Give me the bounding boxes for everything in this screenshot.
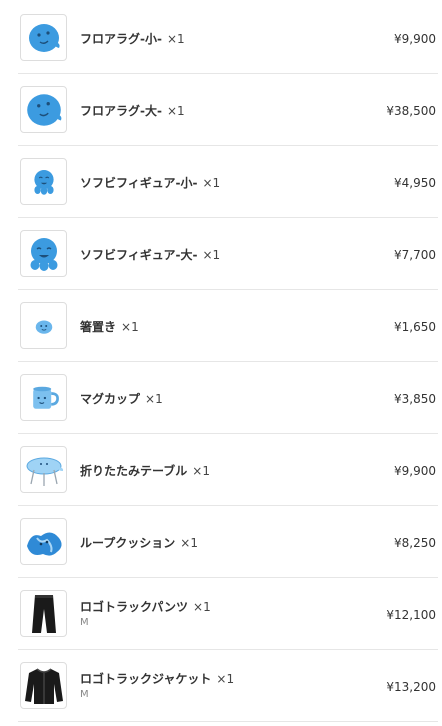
item-title: ソフビフィギュア-大- [80, 248, 198, 262]
item-title: 箸置き [80, 320, 117, 334]
item-price: ¥9,900 [394, 464, 436, 478]
item-quantity: ×1 [121, 320, 139, 334]
item-quantity: ×1 [192, 464, 210, 478]
order-item-row: ループクッション ×1 ¥8,250 [18, 506, 438, 578]
item-title: ロゴトラックジャケット [80, 672, 212, 686]
order-item-list: フロアラグ-小- ×1 ¥9,900 フロアラグ-大- ×1 ¥38,500 ソフビ… [18, 2, 438, 722]
item-price: ¥12,100 [386, 608, 436, 622]
item-price: ¥7,700 [394, 248, 436, 262]
order-item-row: ソフビフィギュア-大- ×1 ¥7,700 [18, 218, 438, 290]
item-variant: M [80, 689, 89, 700]
item-name: ソフビフィギュア-小- ×1 [80, 174, 220, 191]
item-name: ソフビフィギュア-大- ×1 [80, 246, 220, 263]
item-variant: M [80, 617, 89, 628]
item-price: ¥3,850 [394, 392, 436, 406]
item-quantity: ×1 [202, 248, 221, 262]
item-price: ¥8,250 [394, 536, 436, 550]
item-name: マグカップ ×1 [80, 390, 163, 407]
item-title: 折りたたみテーブル [80, 464, 188, 478]
item-name: フロアラグ-大- ×1 [80, 102, 185, 119]
item-name: 箸置き ×1 [80, 318, 139, 335]
item-quantity: ×1 [202, 176, 221, 190]
order-item-row: 折りたたみテーブル ×1 ¥9,900 [18, 434, 438, 506]
item-title: ソフビフィギュア-小- [80, 176, 198, 190]
cushion-icon[interactable] [20, 518, 67, 565]
floor-rug-icon[interactable] [20, 86, 67, 133]
item-name: フロアラグ-小- ×1 [80, 30, 185, 47]
item-title: フロアラグ-小- [80, 32, 162, 46]
item-name: 折りたたみテーブル ×1 [80, 462, 210, 479]
order-item-row: マグカップ ×1 ¥3,850 [18, 362, 438, 434]
track-pants-icon[interactable] [20, 590, 67, 637]
figure-icon[interactable] [20, 158, 67, 205]
item-name: ロゴトラックパンツ ×1 [80, 598, 211, 615]
order-item-row: 箸置き ×1 ¥1,650 [18, 290, 438, 362]
item-quantity: ×1 [193, 600, 211, 614]
item-title: ロゴトラックパンツ [80, 600, 189, 614]
order-item-row: ソフビフィギュア-小- ×1 ¥4,950 [18, 146, 438, 218]
item-quantity: ×1 [216, 672, 235, 686]
item-quantity: ×1 [180, 536, 198, 550]
order-item-row: ロゴトラックジャケット ×1 M ¥13,200 [18, 650, 438, 722]
mug-icon[interactable] [20, 374, 67, 421]
item-price: ¥13,200 [386, 680, 436, 694]
floor-rug-icon[interactable] [20, 14, 67, 61]
item-price: ¥1,650 [394, 320, 436, 334]
item-price: ¥9,900 [394, 32, 436, 46]
order-item-row: ロゴトラックパンツ ×1 M ¥12,100 [18, 578, 438, 650]
item-title: フロアラグ-大- [80, 104, 162, 118]
item-quantity: ×1 [145, 392, 163, 406]
track-jacket-icon[interactable] [20, 662, 67, 709]
figure-icon[interactable] [20, 230, 67, 277]
item-quantity: ×1 [166, 32, 185, 46]
item-quantity: ×1 [166, 104, 185, 118]
order-item-row: フロアラグ-大- ×1 ¥38,500 [18, 74, 438, 146]
order-item-row: フロアラグ-小- ×1 ¥9,900 [18, 2, 438, 74]
item-name: ループクッション ×1 [80, 534, 198, 551]
item-title: マグカップ [80, 392, 141, 406]
item-price: ¥4,950 [394, 176, 436, 190]
folding-table-icon[interactable] [20, 446, 67, 493]
item-price: ¥38,500 [386, 104, 436, 118]
chopstick-rest-icon[interactable] [20, 302, 67, 349]
item-title: ループクッション [80, 536, 176, 550]
item-name: ロゴトラックジャケット ×1 [80, 670, 234, 687]
